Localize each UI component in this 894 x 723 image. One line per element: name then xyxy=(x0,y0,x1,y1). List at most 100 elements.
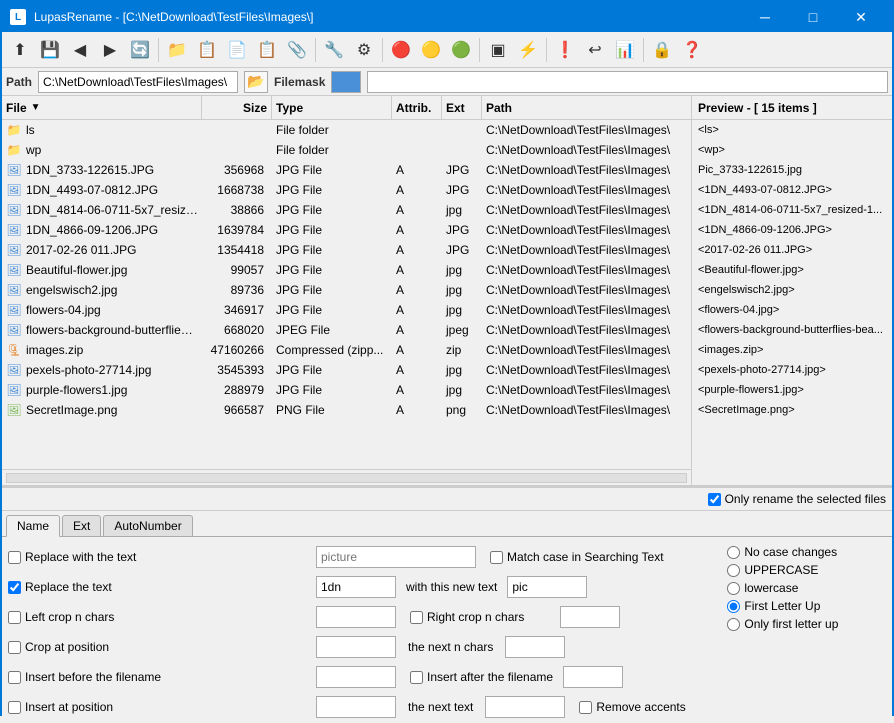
replace-text-checkbox[interactable] xyxy=(8,581,21,594)
table-row[interactable]: 🖼1DN_3733-122615.JPG 356968 JPG File A J… xyxy=(2,160,691,180)
list-item[interactable]: <pexels-photo-27714.jpg> xyxy=(692,360,892,380)
insert-position-input[interactable] xyxy=(316,696,396,718)
tab-autonumber[interactable]: AutoNumber xyxy=(103,515,192,536)
insert-before-label[interactable]: Insert before the filename xyxy=(8,670,161,684)
list-item[interactable]: <ls> xyxy=(692,120,892,140)
list-item[interactable]: <flowers-background-butterflies-bea... xyxy=(692,320,892,340)
filemask-input[interactable] xyxy=(367,71,888,93)
insert-position-label[interactable]: Insert at position xyxy=(8,700,148,714)
table-row[interactable]: 🖼purple-flowers1.jpg 288979 JPG File A j… xyxy=(2,380,691,400)
radio-no-case-input[interactable] xyxy=(727,546,740,559)
nav-forward-button[interactable]: ▶ xyxy=(96,36,124,64)
match-case-checkbox[interactable] xyxy=(490,551,503,564)
next-text-input[interactable] xyxy=(485,696,565,718)
crop-position-label[interactable]: Crop at position xyxy=(8,640,148,654)
tab-ext[interactable]: Ext xyxy=(62,515,101,536)
tool-btn-15[interactable]: 📊 xyxy=(611,36,639,64)
only-rename-checkbox[interactable] xyxy=(708,493,721,506)
col-header-path[interactable]: Path xyxy=(482,96,691,119)
replace-with-text-checkbox[interactable] xyxy=(8,551,21,564)
list-item[interactable]: <wp> xyxy=(692,140,892,160)
left-crop-label[interactable]: Left crop n chars xyxy=(8,610,148,624)
table-row[interactable]: 🖼pexels-photo-27714.jpg 3545393 JPG File… xyxy=(2,360,691,380)
list-item[interactable]: <images.zip> xyxy=(692,340,892,360)
insert-before-input[interactable] xyxy=(316,666,396,688)
tool-btn-13[interactable]: ❗ xyxy=(551,36,579,64)
left-crop-checkbox[interactable] xyxy=(8,611,21,624)
replace-text-input[interactable] xyxy=(316,576,396,598)
insert-after-input[interactable] xyxy=(563,666,623,688)
replace-with-text-label[interactable]: Replace with the text xyxy=(8,550,148,564)
table-row[interactable]: 🖼1DN_4866-09-1206.JPG 1639784 JPG File A… xyxy=(2,220,691,240)
radio-only-first-up-input[interactable] xyxy=(727,618,740,631)
maximize-button[interactable]: □ xyxy=(790,2,836,32)
insert-position-checkbox[interactable] xyxy=(8,701,21,714)
radio-only-first-up[interactable]: Only first letter up xyxy=(727,617,894,631)
list-item[interactable]: <Beautiful-flower.jpg> xyxy=(692,260,892,280)
tool-btn-14[interactable]: ↩ xyxy=(581,36,609,64)
save-button[interactable]: 💾 xyxy=(36,36,64,64)
list-item[interactable]: <SecretImage.png> xyxy=(692,400,892,420)
col-header-size[interactable]: Size xyxy=(202,96,272,119)
table-row[interactable]: 🖼1DN_4493-07-0812.JPG 1668738 JPG File A… xyxy=(2,180,691,200)
insert-before-checkbox[interactable] xyxy=(8,671,21,684)
list-item[interactable]: <1DN_4493-07-0812.JPG> xyxy=(692,180,892,200)
list-item[interactable]: <2017-02-26 011.JPG> xyxy=(692,240,892,260)
list-item[interactable]: <flowers-04.jpg> xyxy=(692,300,892,320)
table-row[interactable]: 🖼flowers-04.jpg 346917 JPG File A jpg C:… xyxy=(2,300,691,320)
col-header-type[interactable]: Type xyxy=(272,96,392,119)
close-button[interactable]: ✕ xyxy=(838,2,884,32)
table-row[interactable]: 🖼1DN_4814-06-0711-5x7_resized-1.j... 388… xyxy=(2,200,691,220)
browse-folder-button[interactable]: 📂 xyxy=(244,71,268,93)
right-crop-label[interactable]: Right crop n chars xyxy=(410,610,550,624)
list-item[interactable]: <purple-flowers1.jpg> xyxy=(692,380,892,400)
radio-uppercase[interactable]: UPPERCASE xyxy=(727,563,894,577)
table-row[interactable]: 🖼flowers-background-butterflies-beau... … xyxy=(2,320,691,340)
tool-btn-2[interactable]: 📋 xyxy=(193,36,221,64)
replace-text-label[interactable]: Replace the text xyxy=(8,580,148,594)
radio-lowercase-input[interactable] xyxy=(727,582,740,595)
list-item[interactable]: <1DN_4814-06-0711-5x7_resized-1... xyxy=(692,200,892,220)
tool-btn-6[interactable]: 🔧 xyxy=(320,36,348,64)
table-row[interactable]: 🖼engelswisch2.jpg 89736 JPG File A jpg C… xyxy=(2,280,691,300)
table-row[interactable]: 🗜images.zip 47160266 Compressed (zipp...… xyxy=(2,340,691,360)
radio-first-letter-up-input[interactable] xyxy=(727,600,740,613)
crop-position-checkbox[interactable] xyxy=(8,641,21,654)
refresh-button[interactable]: 🔄 xyxy=(126,36,154,64)
insert-after-label[interactable]: Insert after the filename xyxy=(410,670,553,684)
replace-text-with-input[interactable] xyxy=(507,576,587,598)
tool-btn-4[interactable]: 📋 xyxy=(253,36,281,64)
table-row[interactable]: 📁ls File folder C:\NetDownload\TestFiles… xyxy=(2,120,691,140)
table-row[interactable]: 📁wp File folder C:\NetDownload\TestFiles… xyxy=(2,140,691,160)
table-row[interactable]: 🖼SecretImage.png 966587 PNG File A png C… xyxy=(2,400,691,420)
tool-btn-1[interactable]: 📁 xyxy=(163,36,191,64)
insert-after-checkbox[interactable] xyxy=(410,671,423,684)
nav-back-button[interactable]: ◀ xyxy=(66,36,94,64)
hscroll-bar[interactable] xyxy=(2,469,691,485)
col-header-file[interactable]: File ▼ xyxy=(2,96,202,119)
radio-no-case[interactable]: No case changes xyxy=(727,545,894,559)
table-row[interactable]: 🖼2017-02-26 011.JPG 1354418 JPG File A J… xyxy=(2,240,691,260)
tool-btn-8[interactable]: 🔴 xyxy=(387,36,415,64)
radio-first-letter-up[interactable]: First Letter Up xyxy=(727,599,894,613)
radio-uppercase-input[interactable] xyxy=(727,564,740,577)
list-item[interactable]: <1DN_4866-09-1206.JPG> xyxy=(692,220,892,240)
tab-name[interactable]: Name xyxy=(6,515,60,537)
radio-lowercase[interactable]: lowercase xyxy=(727,581,894,595)
tool-btn-7[interactable]: ⚙ xyxy=(350,36,378,64)
help-button[interactable]: ❓ xyxy=(678,36,706,64)
tool-btn-16[interactable]: 🔒 xyxy=(648,36,676,64)
list-item[interactable]: Pic_3733-122615.jpg xyxy=(692,160,892,180)
tool-btn-5[interactable]: 📎 xyxy=(283,36,311,64)
match-case-label[interactable]: Match case in Searching Text xyxy=(490,550,664,564)
col-header-ext[interactable]: Ext xyxy=(442,96,482,119)
tool-btn-12[interactable]: ⚡ xyxy=(514,36,542,64)
right-crop-input[interactable] xyxy=(560,606,620,628)
only-rename-label[interactable]: Only rename the selected files xyxy=(708,492,886,506)
next-n-chars-input[interactable] xyxy=(505,636,565,658)
tool-btn-10[interactable]: 🟢 xyxy=(447,36,475,64)
tool-btn-3[interactable]: 📄 xyxy=(223,36,251,64)
remove-accents-checkbox[interactable] xyxy=(579,701,592,714)
remove-accents-label[interactable]: Remove accents xyxy=(579,700,719,714)
back-button[interactable]: ⬆ xyxy=(6,36,34,64)
